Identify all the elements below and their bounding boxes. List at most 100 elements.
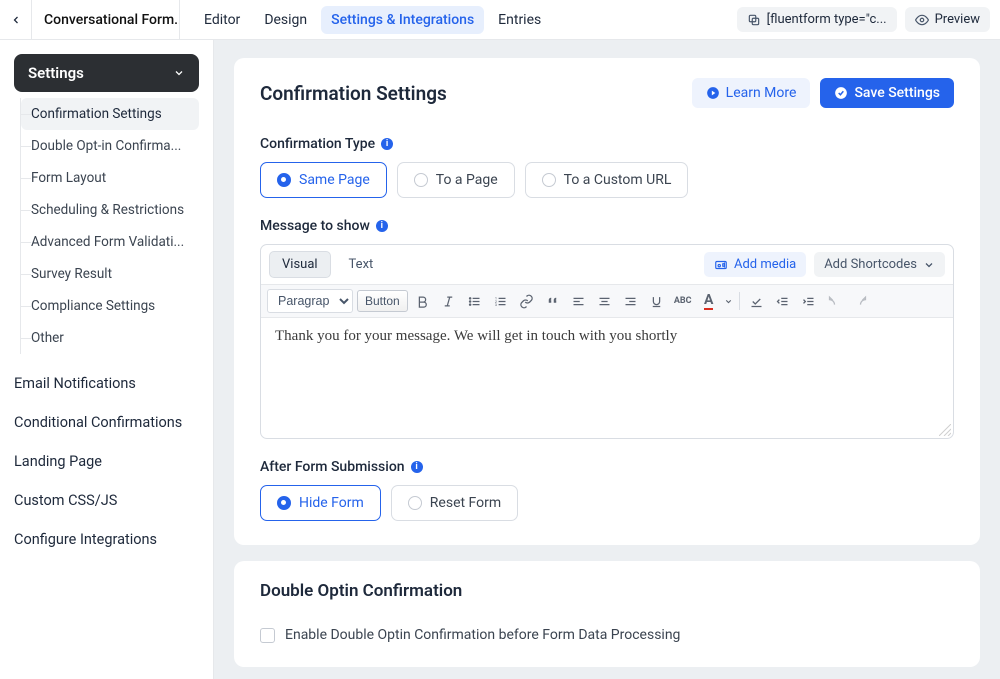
chevron-left-icon	[10, 14, 22, 26]
svg-text:3: 3	[495, 302, 497, 306]
top-bar: Conversational Form... Editor Design Set…	[0, 0, 1000, 40]
underline-icon[interactable]	[646, 290, 668, 312]
message-to-show-label: Message to show i	[260, 218, 954, 234]
page-title: Confirmation Settings	[260, 82, 447, 105]
checkbox-icon	[260, 628, 275, 643]
option-same-page[interactable]: Same Page	[260, 162, 387, 198]
editor-toolbar: Paragraph Button 123 ABC A	[261, 284, 953, 318]
option-label: To a Page	[436, 172, 498, 188]
sidebar-item-other[interactable]: Other	[21, 322, 199, 354]
after-submission-options: Hide Form Reset Form	[260, 485, 954, 521]
option-to-a-custom-url[interactable]: To a Custom URL	[525, 162, 689, 198]
option-label: Reset Form	[430, 495, 501, 511]
chevron-down-icon	[173, 67, 185, 79]
form-name[interactable]: Conversational Form...	[32, 0, 180, 40]
card-double-optin: Double Optin Confirmation Enable Double …	[234, 561, 980, 667]
play-circle-icon	[706, 86, 720, 100]
clear-formatting-icon[interactable]	[746, 290, 768, 312]
main-tabs: Editor Design Settings & Integrations En…	[194, 6, 551, 34]
italic-icon[interactable]	[438, 290, 460, 312]
media-icon	[714, 258, 728, 272]
option-to-a-page[interactable]: To a Page	[397, 162, 515, 198]
sidebar-item-compliance[interactable]: Compliance Settings	[21, 290, 199, 322]
undo-icon[interactable]	[824, 290, 846, 312]
message-label-text: Message to show	[260, 218, 370, 234]
tab-design[interactable]: Design	[254, 6, 317, 34]
sidebar-item-scheduling[interactable]: Scheduling & Restrictions	[21, 194, 199, 226]
rich-text-editor: Visual Text Add media Add Shortcodes	[260, 244, 954, 439]
sidebar: Settings Confirmation Settings Double Op…	[0, 40, 214, 679]
editor-tab-visual[interactable]: Visual	[269, 251, 331, 278]
radio-icon	[277, 173, 291, 187]
nav-email-notifications[interactable]: Email Notifications	[14, 364, 199, 403]
add-shortcodes-button[interactable]: Add Shortcodes	[814, 252, 945, 277]
option-hide-form[interactable]: Hide Form	[260, 485, 381, 521]
info-icon[interactable]: i	[411, 461, 423, 473]
tab-settings-integrations[interactable]: Settings & Integrations	[321, 6, 484, 34]
sidebar-item-survey-result[interactable]: Survey Result	[21, 258, 199, 290]
nav-conditional-confirmations[interactable]: Conditional Confirmations	[14, 403, 199, 442]
radio-icon	[408, 496, 422, 510]
learn-more-button[interactable]: Learn More	[692, 78, 811, 108]
option-label: To a Custom URL	[564, 172, 672, 188]
editor-content[interactable]: Thank you for your message. We will get …	[261, 318, 953, 438]
info-icon[interactable]: i	[376, 220, 388, 232]
add-shortcodes-label: Add Shortcodes	[824, 257, 917, 272]
quote-icon[interactable]	[542, 290, 564, 312]
info-icon[interactable]: i	[381, 138, 393, 150]
add-media-label: Add media	[734, 257, 796, 272]
align-center-icon[interactable]	[594, 290, 616, 312]
tab-editor[interactable]: Editor	[194, 6, 250, 34]
align-right-icon[interactable]	[620, 290, 642, 312]
option-label: Hide Form	[299, 495, 364, 511]
bullet-list-icon[interactable]	[464, 290, 486, 312]
toolbar-button-insert-button[interactable]: Button	[357, 290, 408, 312]
confirmation-type-options: Same Page To a Page To a Custom URL	[260, 162, 954, 198]
radio-icon	[542, 173, 556, 187]
radio-icon	[414, 173, 428, 187]
format-select[interactable]: Paragraph	[267, 289, 353, 313]
chevron-down-icon[interactable]	[724, 297, 733, 306]
sidebar-item-advanced-validation[interactable]: Advanced Form Validati...	[21, 226, 199, 258]
strikethrough-icon[interactable]: ABC	[672, 290, 694, 312]
editor-tab-text[interactable]: Text	[337, 252, 386, 277]
add-media-button[interactable]: Add media	[704, 252, 806, 277]
preview-label: Preview	[935, 12, 980, 27]
sidebar-item-confirmation-settings[interactable]: Confirmation Settings	[21, 98, 199, 130]
numbered-list-icon[interactable]: 123	[490, 290, 512, 312]
editor-text: Thank you for your message. We will get …	[275, 328, 677, 344]
double-optin-title: Double Optin Confirmation	[260, 581, 954, 601]
radio-icon	[277, 496, 291, 510]
option-reset-form[interactable]: Reset Form	[391, 485, 518, 521]
sidebar-item-form-layout[interactable]: Form Layout	[21, 162, 199, 194]
after-label-text: After Form Submission	[260, 459, 405, 475]
text-color-icon[interactable]: A	[698, 290, 720, 312]
sidebar-group-title: Settings	[28, 64, 84, 82]
indent-icon[interactable]	[798, 290, 820, 312]
copy-icon	[747, 13, 761, 27]
nav-landing-page[interactable]: Landing Page	[14, 442, 199, 481]
shortcode-text: [fluentform type="c...	[767, 12, 887, 27]
chevron-down-icon	[923, 259, 935, 271]
redo-icon[interactable]	[850, 290, 872, 312]
preview-button[interactable]: Preview	[905, 7, 990, 32]
enable-double-optin-checkbox[interactable]: Enable Double Optin Confirmation before …	[260, 627, 954, 643]
toolbar-divider	[739, 292, 740, 310]
sidebar-tree: Confirmation Settings Double Opt-in Conf…	[20, 98, 199, 354]
shortcode-chip[interactable]: [fluentform type="c...	[737, 7, 897, 32]
resize-handle-icon[interactable]	[939, 424, 951, 436]
sidebar-group-settings[interactable]: Settings	[14, 54, 199, 92]
tab-entries[interactable]: Entries	[488, 6, 551, 34]
outdent-icon[interactable]	[772, 290, 794, 312]
align-left-icon[interactable]	[568, 290, 590, 312]
eye-icon	[915, 13, 929, 27]
check-circle-icon	[834, 86, 848, 100]
confirmation-type-label: Confirmation Type i	[260, 136, 954, 152]
back-button[interactable]	[0, 0, 32, 40]
bold-icon[interactable]	[412, 290, 434, 312]
nav-configure-integrations[interactable]: Configure Integrations	[14, 520, 199, 559]
sidebar-item-double-optin[interactable]: Double Opt-in Confirma...	[21, 130, 199, 162]
save-settings-button[interactable]: Save Settings	[820, 78, 954, 108]
nav-custom-css-js[interactable]: Custom CSS/JS	[14, 481, 199, 520]
link-icon[interactable]	[516, 290, 538, 312]
